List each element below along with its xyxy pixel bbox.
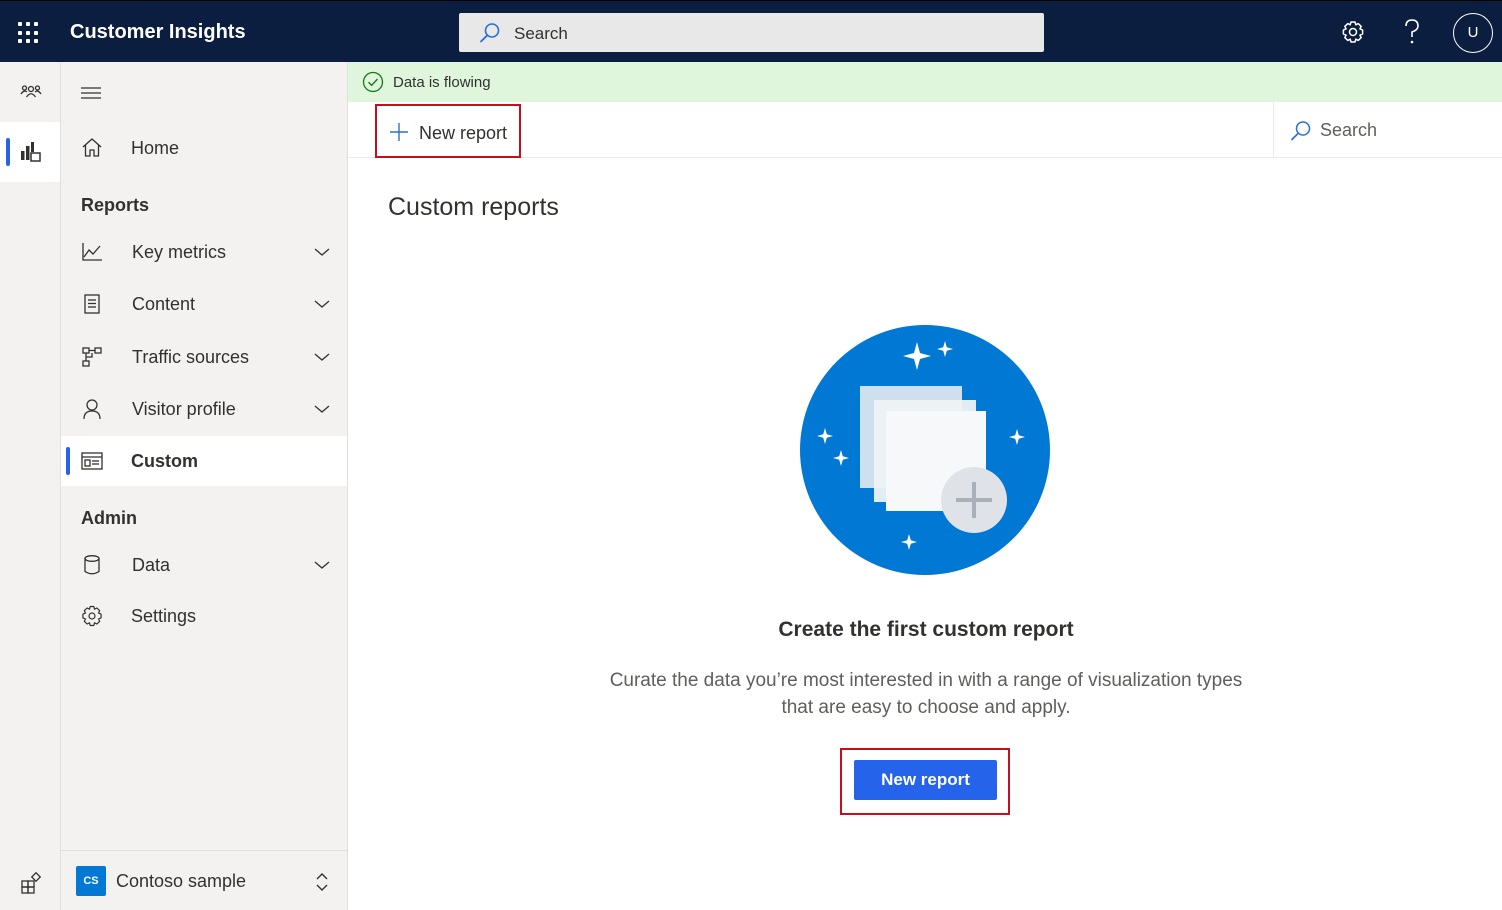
gear-icon [81,605,103,632]
report-search-box[interactable]: Search [1273,102,1502,158]
waffle-icon[interactable] [18,22,40,44]
nav-item-traffic-sources[interactable]: Traffic sources [61,332,347,382]
navigation-pane: Home Reports Key metrics Content Traffic… [61,62,348,910]
global-search-placeholder: Search [514,24,568,43]
nav-item-settings[interactable]: Settings [61,591,347,641]
environment-label: Contoso sample [116,871,247,891]
new-report-button-highlight: New report [840,748,1010,815]
empty-state-description: Curate the data you’re most interested i… [609,670,1243,718]
line-chart-icon [81,241,103,268]
rail-audience[interactable] [0,62,60,122]
new-report-command-button[interactable]: New report [375,104,521,158]
top-bar: Customer Insights Search U [0,0,1502,62]
app-title[interactable]: Customer Insights [70,21,246,44]
global-search-box[interactable]: Search [459,13,1044,52]
empty-state-title: Create the first custom report [778,618,1074,641]
gear-icon[interactable] [1341,17,1365,52]
chevron-down-icon[interactable] [314,349,330,367]
reports-heading: Reports [81,195,150,215]
page-title: Custom reports [388,193,559,221]
nav-item-content[interactable]: Content [61,279,347,329]
chevron-up-down-icon[interactable] [315,871,329,898]
chevron-down-icon[interactable] [314,557,330,575]
nav-item-label: Key metrics [132,242,227,262]
nav-item-label: Home [131,138,180,158]
nav-item-label: Settings [131,606,197,626]
report-search-placeholder: Search [1320,120,1378,140]
nav-item-data[interactable]: Data [61,540,347,590]
check-circle-icon [362,71,384,98]
rail-app-switcher[interactable] [0,852,60,910]
data-status-banner: Data is flowing [348,62,1502,102]
nav-item-home[interactable]: Home [61,123,347,173]
command-bar: New report Search [348,102,1502,158]
app-rail [0,62,61,910]
help-icon[interactable] [1402,17,1422,52]
flow-icon [81,346,103,373]
chevron-down-icon[interactable] [314,401,330,419]
environment-badge: CS [76,866,106,896]
chevron-down-icon[interactable] [314,296,330,314]
environment-picker[interactable]: CS Contoso sample [61,850,347,910]
new-report-primary-button[interactable]: New report [854,760,997,800]
nav-item-visitor-profile[interactable]: Visitor profile [61,384,347,434]
search-icon [479,22,501,49]
hamburger-menu-icon[interactable] [81,84,101,107]
person-icon [81,398,103,425]
empty-state-illustration [800,325,1050,575]
rail-analytics[interactable] [0,122,60,182]
user-avatar[interactable]: U [1453,13,1493,53]
nav-item-label: Custom [131,451,198,471]
database-icon [81,554,103,581]
nav-item-label: Data [132,555,171,575]
admin-heading: Admin [81,508,137,528]
nav-item-key-metrics[interactable]: Key metrics [61,227,347,277]
nav-item-custom[interactable]: Custom [61,436,347,486]
chevron-down-icon[interactable] [314,244,330,262]
custom-report-icon [81,450,103,477]
plus-icon [389,122,409,145]
nav-item-label: Traffic sources [132,347,250,367]
nav-item-label: Content [132,294,196,314]
new-report-command-label: New report [419,123,508,143]
document-icon [81,293,103,320]
home-icon [81,137,103,164]
data-status-text: Data is flowing [393,74,491,91]
nav-item-label: Visitor profile [132,399,236,419]
search-icon [1290,120,1312,147]
